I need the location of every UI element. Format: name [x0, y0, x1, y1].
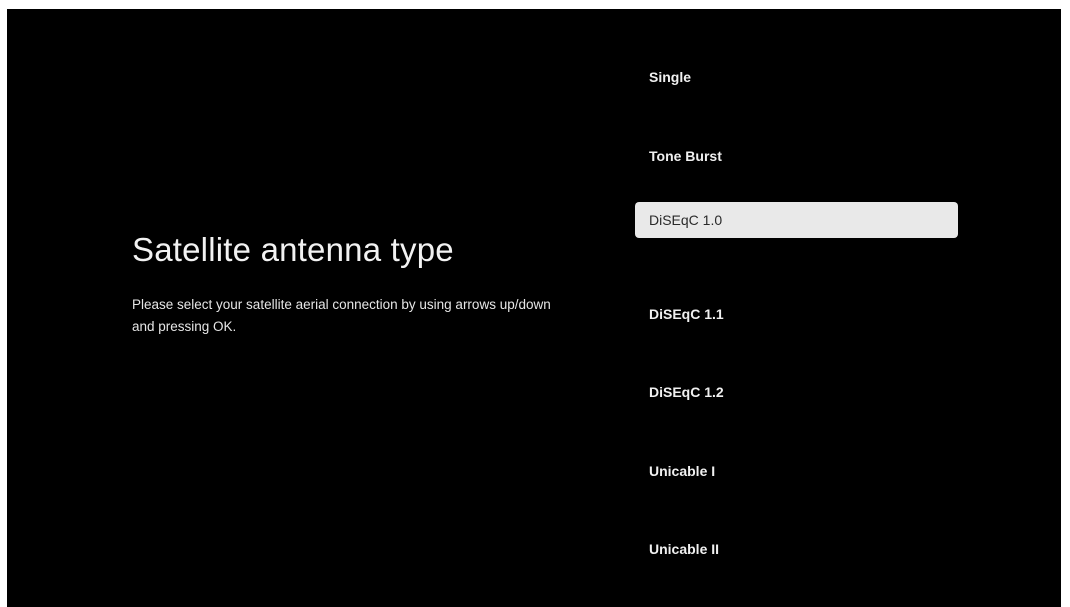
page-description: Please select your satellite aerial conn…	[132, 297, 551, 334]
option-diseqc-1-0[interactable]: DiSEqC 1.0	[635, 202, 958, 238]
option-single[interactable]: Single	[635, 59, 958, 95]
info-panel: Satellite antenna type Please select you…	[132, 231, 552, 338]
option-diseqc-1-2[interactable]: DiSEqC 1.2	[635, 374, 958, 410]
option-unicable-1[interactable]: Unicable I	[635, 453, 958, 489]
tv-screen: Satellite antenna type Please select you…	[7, 9, 1061, 607]
page-title: Satellite antenna type	[132, 231, 454, 268]
option-unicable-2[interactable]: Unicable II	[635, 531, 958, 567]
option-tone-burst[interactable]: Tone Burst	[635, 138, 958, 174]
antenna-type-list: Single Tone Burst DiSEqC 1.0 DiSEqC 1.1 …	[635, 9, 958, 607]
option-diseqc-1-1[interactable]: DiSEqC 1.1	[635, 296, 958, 332]
